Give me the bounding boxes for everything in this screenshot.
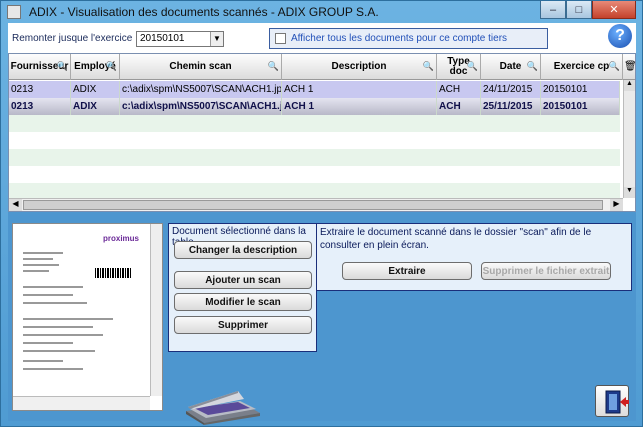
search-icon[interactable]: 🔍 (609, 61, 620, 71)
modify-scan-button[interactable]: Modifier le scan (174, 293, 312, 311)
show-all-label: Afficher tous les documents pour ce comp… (291, 33, 508, 44)
preview-horizontal-scrollbar[interactable] (13, 396, 150, 410)
minimize-button[interactable]: – (540, 1, 566, 19)
exercice-value: 20150101 (140, 33, 185, 44)
selected-document-panel: Document sélectionné dans la table Chang… (168, 223, 317, 352)
cell-employe: ADIX (71, 81, 120, 98)
delete-extracted-file-button[interactable]: Supprimer le fichier extrait (481, 262, 611, 280)
cell-type: ACH (437, 98, 481, 115)
cell-date: 24/11/2015 (481, 81, 541, 98)
table-row-empty (9, 166, 620, 183)
show-all-option[interactable]: Afficher tous les documents pour ce comp… (269, 28, 548, 49)
exit-door-icon (605, 390, 629, 414)
scroll-down-icon[interactable]: ▼ (624, 187, 635, 198)
table-row[interactable]: 0213 ADIX c:\adix\spm\NS5007\SCAN\ACH1.j… (9, 98, 620, 115)
trash-icon[interactable]: 🗑 (624, 61, 635, 72)
scroll-thumb[interactable] (23, 200, 603, 210)
column-header-chemin[interactable]: Chemin scan 🔍 (120, 54, 282, 80)
add-scan-button[interactable]: Ajouter un scan (174, 271, 312, 289)
bottom-area: proximus Document sélectionné dans la Ch… (8, 212, 636, 425)
help-icon[interactable]: ? (608, 24, 632, 48)
documents-table[interactable]: Fournisseur 🔍 Employé 🔍 Chemin scan 🔍 Descr… (8, 53, 636, 212)
filter-bar: Remonter jusque l'exercice 20150101 ▼ Af… (8, 23, 636, 53)
column-header-exercice[interactable]: Exercice cp 🔍 (541, 54, 623, 80)
table-row[interactable]: 0213 ADIX c:\adix\spm\NS5007\SCAN\ACH1.j… (9, 81, 620, 98)
scroll-up-icon[interactable]: ▲ (624, 80, 635, 91)
table-row-empty (9, 183, 620, 198)
delete-button[interactable]: Supprimer (174, 316, 312, 334)
table-header: Fournisseur 🔍 Employé 🔍 Chemin scan 🔍 Descr… (9, 54, 635, 80)
scan-preview[interactable]: proximus (12, 223, 163, 411)
app-window: ADIX - Visualisation des documents scann… (0, 0, 643, 427)
column-header-description[interactable]: Description 🔍 (282, 54, 437, 80)
extract-description: Extraire le document scanné dans le doss… (320, 227, 592, 251)
scroll-right-icon[interactable]: ▶ (610, 199, 623, 211)
extract-panel: Extraire le document scanné dans le doss… (316, 223, 632, 291)
app-icon (7, 5, 21, 19)
close-button[interactable]: ✕ (592, 1, 636, 19)
cell-description: ACH 1 (282, 98, 437, 115)
cell-fournisseur: 0213 (9, 98, 71, 115)
table-vertical-scrollbar[interactable]: ▲ ▼ (623, 80, 635, 198)
table-horizontal-scrollbar[interactable]: ◀ ▶ (9, 198, 623, 211)
window-title: ADIX - Visualisation des documents scann… (29, 5, 379, 19)
column-header-fournisseur[interactable]: Fournisseur 🔍 (9, 54, 71, 80)
column-header-type[interactable]: Type doc 🔍 (437, 54, 481, 80)
exercice-label: Remonter jusque l'exercice (12, 33, 133, 44)
scroll-left-icon[interactable]: ◀ (9, 199, 22, 211)
title-bar: ADIX - Visualisation des documents scann… (1, 1, 642, 23)
cell-exercice: 20150101 (541, 98, 620, 115)
maximize-button[interactable]: □ (566, 1, 592, 19)
barcode (95, 268, 131, 278)
search-icon[interactable]: 🔍 (268, 61, 279, 71)
show-all-checkbox[interactable] (275, 33, 286, 44)
column-header-employe[interactable]: Employé 🔍 (71, 54, 120, 80)
cell-date: 25/11/2015 (481, 98, 541, 115)
cell-fournisseur: 0213 (9, 81, 71, 98)
table-row-empty (9, 115, 620, 132)
cell-exercice: 20150101 (541, 81, 620, 98)
search-icon[interactable]: 🔍 (57, 61, 68, 71)
exercice-select[interactable]: 20150101 ▼ (136, 31, 224, 47)
proximus-logo: proximus (103, 234, 140, 243)
client-area: Remonter jusque l'exercice 20150101 ▼ Af… (8, 23, 636, 425)
column-header-date[interactable]: Date 🔍 (481, 54, 541, 80)
search-icon[interactable]: 🔍 (423, 61, 434, 71)
cell-chemin: c:\adix\spm\NS5007\SCAN\ACH1.jpg (120, 81, 282, 98)
preview-vertical-scrollbar[interactable] (150, 224, 162, 396)
extract-button[interactable]: Extraire (342, 262, 472, 280)
search-icon[interactable]: 🔍 (467, 61, 478, 71)
table-row-empty (9, 132, 620, 149)
table-row-empty (9, 149, 620, 166)
cell-chemin: c:\adix\spm\NS5007\SCAN\ACH1.jpg (120, 98, 282, 115)
search-icon[interactable]: 🔍 (106, 61, 117, 71)
search-icon[interactable]: 🔍 (527, 61, 538, 71)
cell-description: ACH 1 (282, 81, 437, 98)
change-description-button[interactable]: Changer la description (174, 241, 312, 259)
chevron-down-icon[interactable]: ▼ (210, 32, 223, 46)
cell-type: ACH (437, 81, 481, 98)
scanner-icon (186, 391, 260, 425)
scanned-document-thumbnail: proximus (17, 228, 149, 396)
cell-employe: ADIX (71, 98, 120, 115)
exit-button[interactable] (595, 385, 629, 417)
